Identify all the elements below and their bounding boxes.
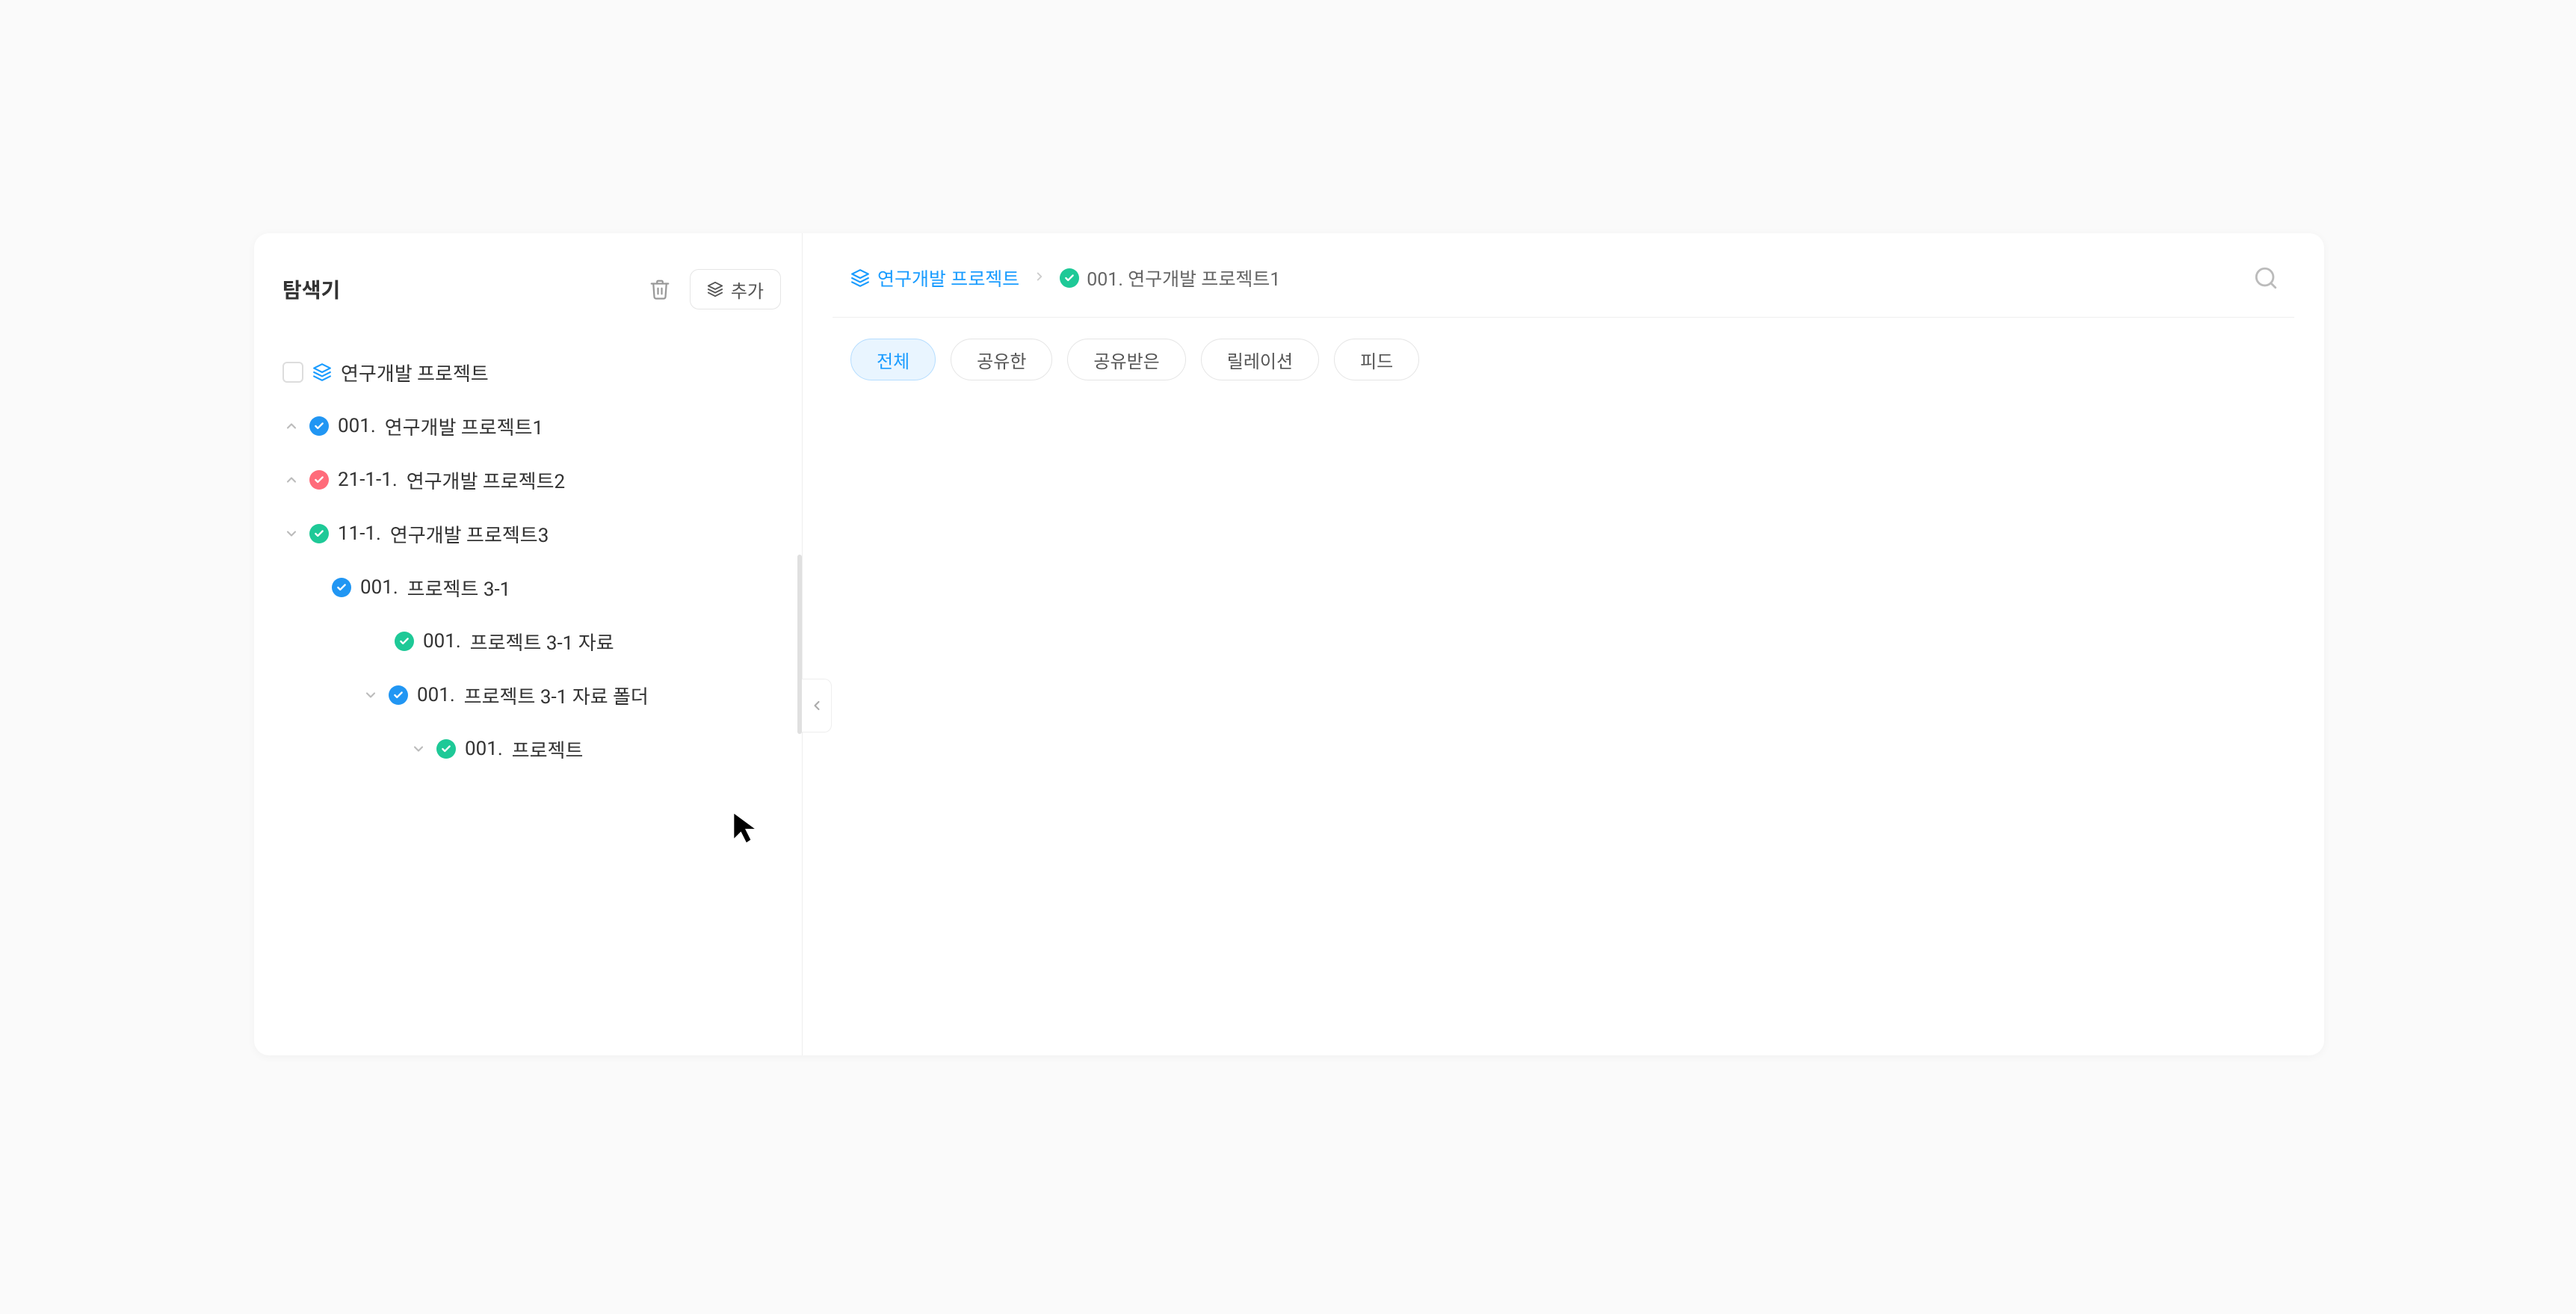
tab-all[interactable]: 전체 — [850, 339, 936, 380]
tree-item-proj2[interactable]: 21-1-1. 연구개발 프로젝트2 — [278, 453, 785, 507]
tree-item-label: 연구개발 프로젝트2 — [407, 466, 565, 494]
tree-item-proj1[interactable]: 001. 연구개발 프로젝트1 — [278, 399, 785, 453]
check-icon — [314, 475, 324, 485]
tree-item-code: 001. — [417, 684, 455, 706]
tree-item-proj3-1[interactable]: 001. 프로젝트 3-1 — [278, 561, 785, 614]
status-badge-blue — [309, 416, 329, 436]
status-badge-red — [309, 470, 329, 490]
status-badge-green — [395, 632, 414, 651]
add-button-label: 추가 — [731, 277, 764, 303]
tree-item-code: 001. — [423, 630, 461, 653]
chevron-left-icon — [809, 698, 824, 713]
sidebar-actions: 추가 — [642, 269, 781, 309]
sidebar-title: 탐색기 — [282, 274, 340, 304]
chevron-right-icon — [1033, 269, 1046, 288]
tree-item-code: 21-1-1. — [338, 469, 398, 491]
layers-add-icon — [707, 281, 723, 297]
tree-item-code: 001. — [338, 415, 376, 437]
tree-item-code: 11-1. — [338, 522, 381, 545]
tab-label: 릴레이션 — [1227, 347, 1293, 373]
check-icon — [441, 744, 451, 754]
tree-item-proj3-1-data[interactable]: 001. 프로젝트 3-1 자료 — [278, 614, 785, 668]
tree-item-label: 프로젝트 3-1 — [407, 574, 511, 602]
add-button[interactable]: 추가 — [690, 269, 781, 309]
tree-item-code: 001. — [360, 576, 398, 599]
collapse-sidebar-button[interactable] — [802, 679, 832, 732]
tree-item-proj3[interactable]: 11-1. 연구개발 프로젝트3 — [278, 507, 785, 561]
tree-item-proj3-1-folder[interactable]: 001. 프로젝트 3-1 자료 폴더 — [278, 668, 785, 722]
tabs: 전체 공유한 공유받은 릴레이션 피드 — [803, 318, 2324, 401]
tree-item-label: 연구개발 프로젝트1 — [385, 413, 543, 440]
tab-relation[interactable]: 릴레이션 — [1201, 339, 1319, 380]
search-icon — [2253, 265, 2279, 291]
breadcrumb-root[interactable]: 연구개발 프로젝트 — [850, 265, 1019, 292]
main-panel: 연구개발 프로젝트 001. 연구개발 프로젝트1 전체 공유한 공 — [803, 233, 2324, 1055]
trash-button[interactable] — [642, 271, 678, 307]
sidebar-header: 탐색기 추가 — [278, 269, 785, 329]
trash-icon — [649, 278, 671, 300]
chevron-down-icon[interactable] — [282, 525, 300, 543]
check-icon — [314, 421, 324, 431]
tree-item-label: 프로젝트 — [512, 735, 584, 763]
tree: 연구개발 프로젝트 001. 연구개발 프로젝트1 21-1 — [278, 345, 785, 776]
tab-shared[interactable]: 공유한 — [951, 339, 1052, 380]
tree-item-code: 001. — [465, 738, 503, 760]
breadcrumb: 연구개발 프로젝트 001. 연구개발 프로젝트1 — [850, 265, 1280, 292]
check-icon — [393, 690, 404, 700]
tree-root[interactable]: 연구개발 프로젝트 — [278, 345, 785, 399]
breadcrumb-root-label: 연구개발 프로젝트 — [877, 265, 1019, 292]
tab-label: 전체 — [877, 347, 909, 373]
status-badge-blue — [332, 578, 351, 597]
status-badge-green — [309, 524, 329, 543]
chevron-up-icon[interactable] — [282, 471, 300, 489]
layers-icon — [312, 363, 332, 382]
tree-item-proj-leaf[interactable]: 001. 프로젝트 — [278, 722, 785, 776]
layers-icon — [850, 268, 870, 288]
tree-item-label: 프로젝트 3-1 자료 폴더 — [464, 682, 649, 709]
status-badge-blue — [389, 685, 408, 705]
breadcrumb-current-label: 001. 연구개발 프로젝트1 — [1087, 265, 1280, 292]
tab-feed[interactable]: 피드 — [1334, 339, 1419, 380]
chevron-down-icon[interactable] — [362, 686, 380, 704]
app-window: 탐색기 추가 연구개발 프로젝트 — [254, 233, 2324, 1055]
chevron-down-icon[interactable] — [410, 740, 427, 758]
chevron-up-icon[interactable] — [282, 417, 300, 435]
tab-label: 피드 — [1360, 347, 1393, 373]
tab-label: 공유받은 — [1093, 347, 1159, 373]
check-icon — [314, 528, 324, 539]
checkbox[interactable] — [282, 362, 303, 383]
main-header: 연구개발 프로젝트 001. 연구개발 프로젝트1 — [803, 233, 2324, 317]
check-icon — [336, 582, 347, 593]
status-badge-green — [436, 739, 456, 759]
tree-item-label: 프로젝트 3-1 자료 — [470, 628, 614, 656]
search-button[interactable] — [2249, 262, 2282, 294]
breadcrumb-current[interactable]: 001. 연구개발 프로젝트1 — [1060, 265, 1280, 292]
tab-received[interactable]: 공유받은 — [1067, 339, 1185, 380]
sidebar: 탐색기 추가 연구개발 프로젝트 — [254, 233, 803, 1055]
tree-item-label: 연구개발 프로젝트3 — [390, 520, 549, 548]
tree-root-label: 연구개발 프로젝트 — [341, 359, 489, 386]
status-badge-green — [1060, 268, 1079, 288]
tab-label: 공유한 — [977, 347, 1026, 373]
check-icon — [399, 636, 410, 647]
check-icon — [1064, 273, 1075, 283]
